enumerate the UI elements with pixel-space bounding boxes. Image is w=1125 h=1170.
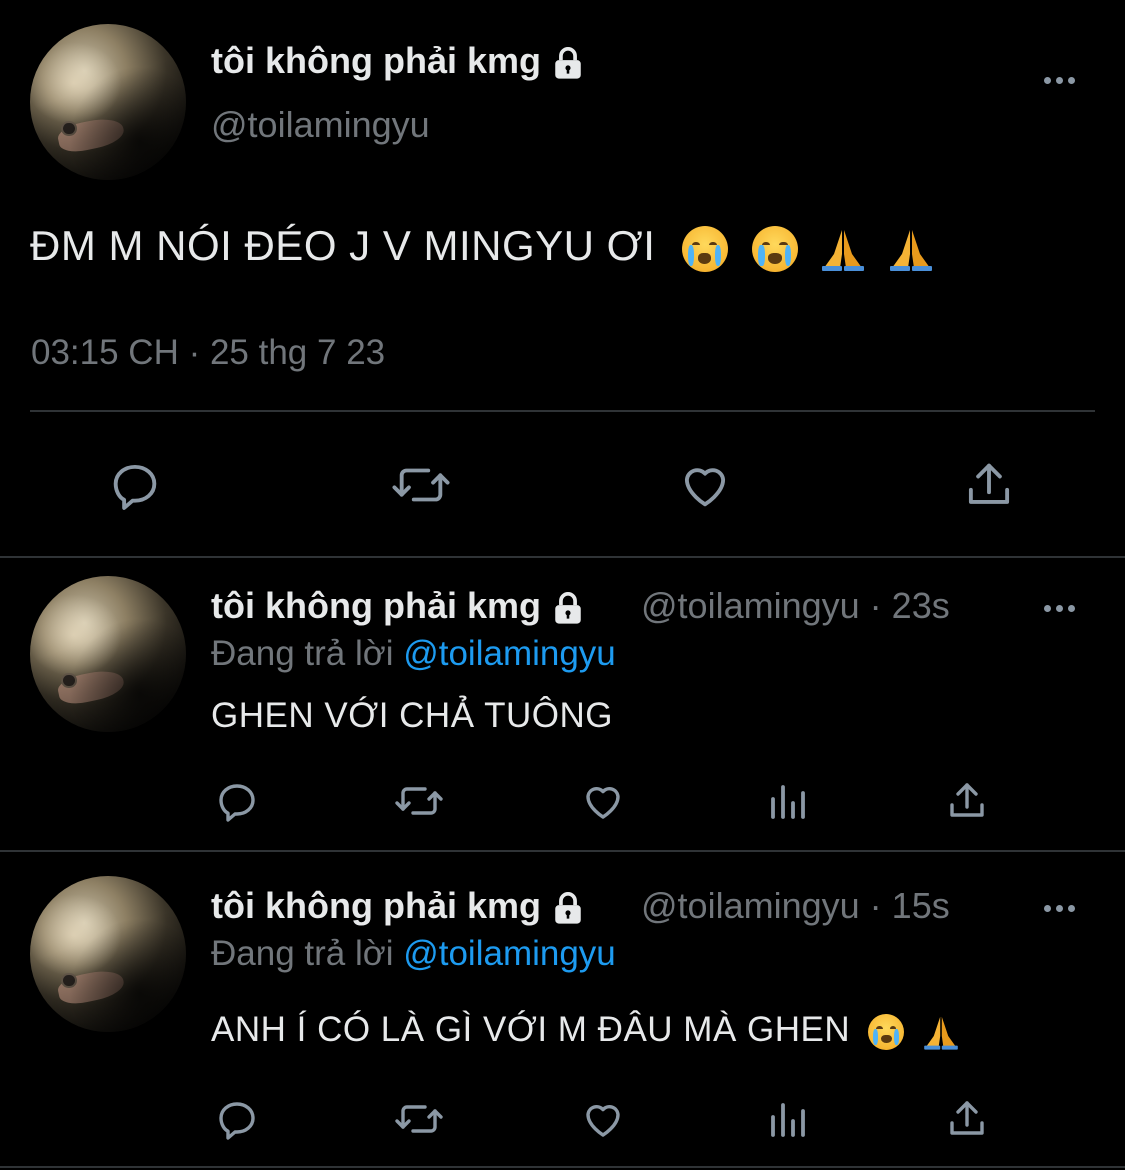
share-icon bbox=[968, 463, 1010, 504]
heart-icon bbox=[586, 1105, 620, 1137]
tweet-text: GHEN VỚI CHẢ TUÔNG bbox=[211, 696, 614, 735]
views-icon bbox=[771, 1103, 805, 1137]
divider bbox=[0, 850, 1125, 852]
share-button[interactable] bbox=[942, 1094, 992, 1144]
display-name[interactable]: tôi không phải kmg bbox=[211, 40, 585, 82]
folded-hands-icon bbox=[890, 229, 933, 271]
lock-icon bbox=[555, 892, 581, 925]
like-button[interactable] bbox=[578, 776, 628, 826]
share-button[interactable] bbox=[942, 776, 992, 826]
views-icon bbox=[771, 785, 805, 819]
like-button[interactable] bbox=[578, 1094, 628, 1144]
divider bbox=[0, 1166, 1125, 1168]
replying-to: Đang trả lời @toilamingyu bbox=[211, 634, 616, 673]
lock-icon bbox=[555, 592, 581, 625]
retweet-button[interactable] bbox=[391, 776, 447, 826]
handle-and-time[interactable]: @toilamingyu · 15s bbox=[641, 885, 950, 927]
mention-link[interactable]: @toilamingyu bbox=[403, 934, 616, 973]
tweet-text: ĐM M NÓI ĐÉO J V MINGYU ƠI bbox=[30, 222, 936, 274]
replying-to: Đang trả lời @toilamingyu bbox=[211, 934, 616, 973]
tweet-timestamp[interactable]: 03:15 CH · 25 thg 7 23 bbox=[31, 333, 385, 373]
heart-icon bbox=[586, 787, 620, 819]
like-button[interactable] bbox=[674, 454, 736, 516]
retweet-icon bbox=[395, 787, 443, 815]
share-icon bbox=[950, 783, 984, 817]
folded-hands-icon bbox=[821, 229, 864, 271]
loudly-crying-face-icon bbox=[751, 225, 798, 272]
divider bbox=[0, 556, 1125, 558]
handle[interactable]: @toilamingyu bbox=[211, 104, 430, 146]
share-icon bbox=[950, 1101, 984, 1135]
retweet-button[interactable] bbox=[391, 1094, 447, 1144]
reply-button[interactable] bbox=[104, 454, 166, 516]
reply-icon bbox=[113, 464, 157, 510]
reply-button[interactable] bbox=[212, 776, 262, 826]
more-options-icon[interactable] bbox=[1044, 71, 1080, 89]
divider bbox=[30, 410, 1095, 412]
avatar[interactable] bbox=[30, 876, 186, 1032]
views-button[interactable] bbox=[762, 1094, 812, 1144]
tweet-text: ANH Í CÓ LÀ GÌ VỚI M ĐÂU MÀ GHEN bbox=[211, 1010, 961, 1052]
retweet-icon bbox=[395, 1105, 443, 1133]
mention-link[interactable]: @toilamingyu bbox=[403, 634, 616, 673]
avatar[interactable] bbox=[30, 576, 186, 732]
avatar[interactable] bbox=[30, 24, 186, 180]
retweet-icon bbox=[392, 468, 450, 502]
handle-and-time[interactable]: @toilamingyu · 23s bbox=[641, 585, 950, 627]
display-name[interactable]: tôi không phải kmg bbox=[211, 885, 585, 927]
more-options-icon[interactable] bbox=[1044, 599, 1080, 617]
views-button[interactable] bbox=[762, 776, 812, 826]
share-button[interactable] bbox=[958, 454, 1020, 516]
reply-button[interactable] bbox=[212, 1094, 262, 1144]
retweet-button[interactable] bbox=[386, 454, 456, 516]
display-name[interactable]: tôi không phải kmg bbox=[211, 585, 585, 627]
loudly-crying-face-icon bbox=[868, 1013, 905, 1050]
folded-hands-icon bbox=[923, 1016, 958, 1050]
loudly-crying-face-icon bbox=[681, 225, 728, 272]
heart-icon bbox=[684, 468, 726, 507]
more-options-icon[interactable] bbox=[1044, 899, 1080, 917]
lock-icon bbox=[555, 47, 581, 80]
reply-icon bbox=[219, 784, 255, 822]
reply-icon bbox=[219, 1102, 255, 1140]
